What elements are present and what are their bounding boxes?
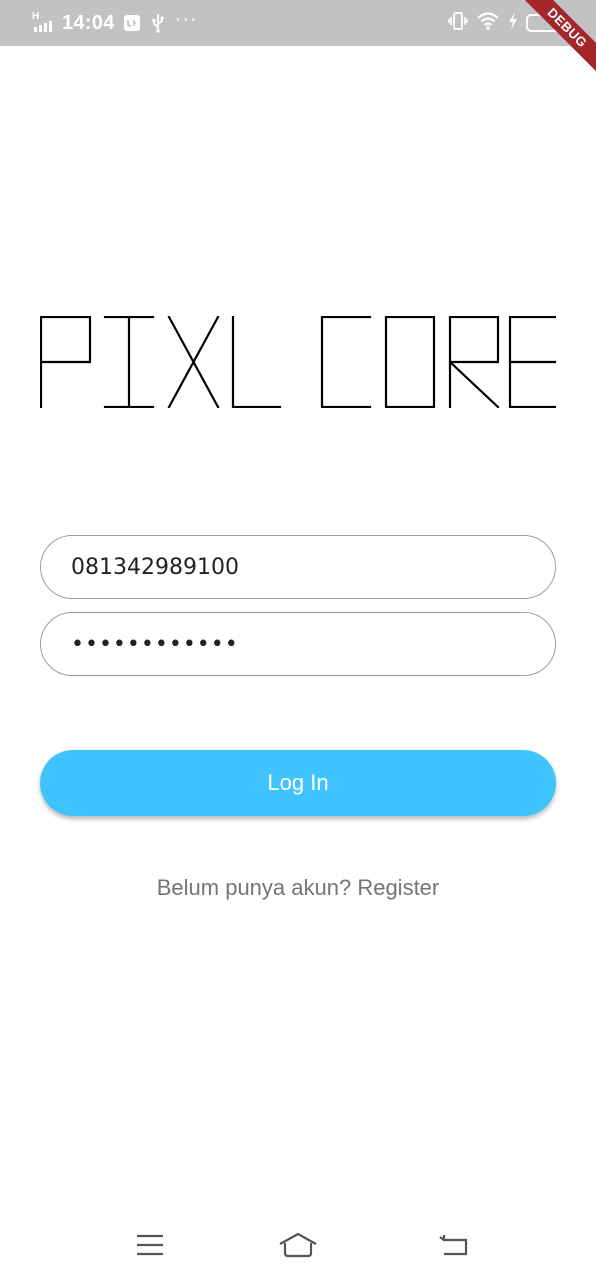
wifi-icon xyxy=(476,11,500,36)
system-navigation-bar xyxy=(0,1210,596,1280)
menu-icon xyxy=(137,1234,163,1256)
more-notifications-icon: ··· xyxy=(174,8,198,30)
status-left: H 14:04 ··· xyxy=(32,8,198,36)
recent-apps-button[interactable] xyxy=(130,1228,170,1262)
notification-app-icon xyxy=(123,14,141,32)
home-icon xyxy=(279,1232,317,1258)
back-icon xyxy=(439,1235,468,1256)
register-prompt-row: Belum punya akun? Register xyxy=(0,875,596,901)
signal-icon: H xyxy=(32,11,56,34)
pixl-core-logo: PIXL CORE xyxy=(39,315,557,409)
register-prompt-text: Belum punya akun? xyxy=(156,875,352,900)
charging-icon xyxy=(508,11,518,35)
back-button[interactable] xyxy=(434,1228,474,1262)
status-time: 14:04 xyxy=(62,11,115,34)
password-input[interactable] xyxy=(40,612,556,676)
status-bar: H 14:04 ··· 74 xyxy=(0,0,596,46)
phone-number-input[interactable] xyxy=(40,535,556,599)
network-type-label: H xyxy=(32,11,40,22)
battery-level-text: 74 xyxy=(538,17,552,29)
usb-icon xyxy=(151,13,165,33)
register-link[interactable]: Register xyxy=(357,875,439,900)
vibrate-icon xyxy=(448,11,468,36)
login-button[interactable]: Log In xyxy=(40,750,556,816)
home-button[interactable] xyxy=(278,1228,318,1262)
battery-icon: 74 xyxy=(526,14,567,32)
logo-wordmark xyxy=(39,315,557,409)
status-right: 74 xyxy=(440,11,567,36)
